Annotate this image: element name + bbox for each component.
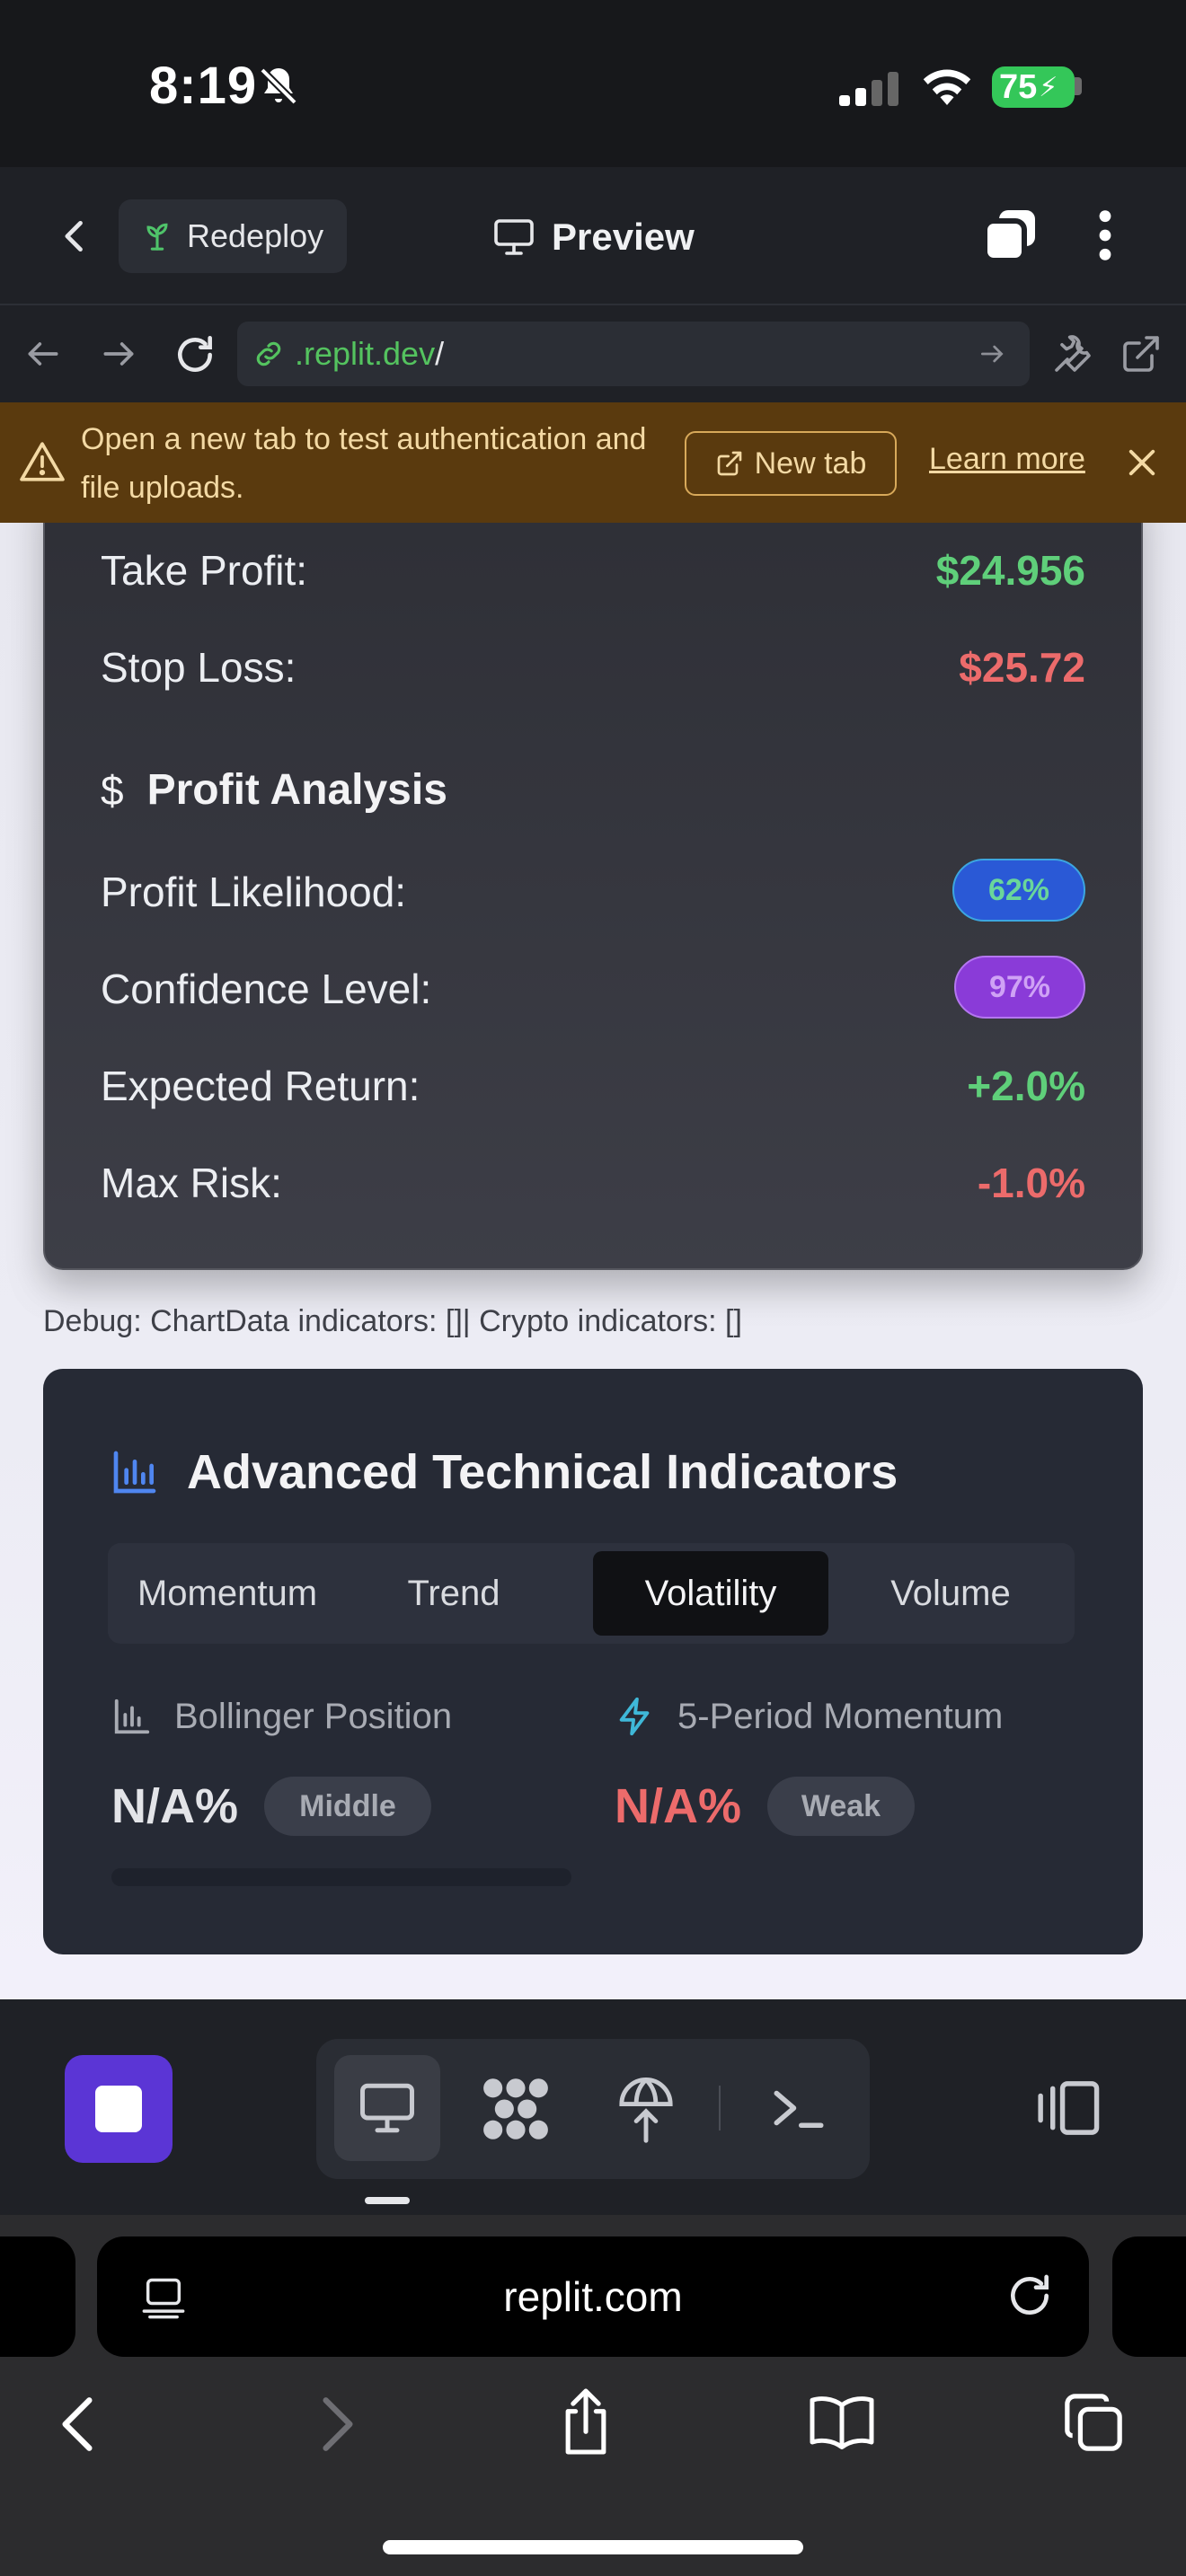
tab-momentum[interactable]: Momentum bbox=[122, 1551, 332, 1636]
stop-button[interactable] bbox=[65, 2055, 173, 2163]
take-profit-value: $24.956 bbox=[935, 547, 1085, 594]
share-icon[interactable] bbox=[555, 2386, 616, 2457]
tab-volume[interactable]: Volume bbox=[845, 1551, 1057, 1636]
new-tab-label: New tab bbox=[754, 446, 867, 481]
momentum-value: N/A% bbox=[615, 1779, 742, 1833]
panel-icon[interactable] bbox=[1033, 2078, 1102, 2138]
apps-icon[interactable] bbox=[482, 2077, 550, 2141]
dollar-icon: $ bbox=[101, 766, 124, 814]
tabs-overview-icon[interactable] bbox=[1062, 2391, 1125, 2454]
toolbar-indicator bbox=[365, 2197, 410, 2204]
confidence-level-label: Confidence Level: bbox=[101, 966, 432, 1012]
back-arrow-icon[interactable] bbox=[56, 2395, 99, 2454]
battery-level: 75 bbox=[999, 67, 1038, 106]
prev-tab-preview[interactable] bbox=[0, 2236, 75, 2357]
desktop-icon[interactable] bbox=[358, 2080, 417, 2136]
new-tab-button[interactable]: New tab bbox=[685, 431, 897, 496]
debug-text: Debug: ChartData indicators: []| Crypto … bbox=[43, 1304, 742, 1338]
arrow-right-icon[interactable] bbox=[978, 340, 1006, 368]
stop-loss-label: Stop Loss: bbox=[101, 644, 296, 691]
chevron-left-icon[interactable] bbox=[56, 212, 95, 260]
more-vertical-icon[interactable] bbox=[1089, 207, 1121, 264]
expected-return-label: Expected Return: bbox=[101, 1063, 420, 1109]
deploy-icon[interactable] bbox=[616, 2075, 676, 2143]
signal-icon bbox=[839, 72, 900, 106]
preview-label: Preview bbox=[552, 216, 695, 258]
bollinger-tag: Middle bbox=[264, 1777, 431, 1836]
close-icon[interactable] bbox=[1123, 444, 1161, 481]
next-tab-preview[interactable] bbox=[1112, 2236, 1186, 2357]
profit-analysis-header: $ Profit Analysis bbox=[101, 765, 447, 815]
redeploy-label: Redeploy bbox=[187, 217, 324, 254]
forward-arrow-icon[interactable] bbox=[99, 334, 138, 374]
profit-analysis-title: Profit Analysis bbox=[146, 766, 447, 814]
take-profit-label: Take Profit: bbox=[101, 547, 308, 594]
reload-icon[interactable] bbox=[1005, 2271, 1055, 2321]
momentum-tag: Weak bbox=[767, 1777, 915, 1836]
sprout-icon bbox=[142, 221, 173, 251]
browser-domain: replit.com bbox=[503, 2273, 683, 2320]
link-icon bbox=[252, 337, 286, 371]
bar-chart-icon bbox=[111, 1696, 153, 1737]
banner-message: Open a new tab to test authentication an… bbox=[81, 422, 647, 505]
indicators-title: Advanced Technical Indicators bbox=[187, 1445, 898, 1499]
profit-likelihood-label: Profit Likelihood: bbox=[101, 869, 407, 915]
momentum-metric-header: 5-Period Momentum bbox=[615, 1696, 1003, 1737]
reload-icon[interactable] bbox=[173, 332, 217, 377]
max-risk-value: -1.0% bbox=[977, 1160, 1085, 1206]
bollinger-metric-header: Bollinger Position bbox=[111, 1696, 452, 1737]
battery-icon: 75 ⚡ bbox=[992, 66, 1075, 108]
indicators-header: Advanced Technical Indicators bbox=[110, 1444, 898, 1500]
trade-card: Take Profit: $24.956 Stop Loss: $25.72 $… bbox=[43, 523, 1143, 1270]
battery-cap bbox=[1075, 77, 1082, 95]
terminal-icon[interactable] bbox=[769, 2082, 828, 2134]
redeploy-button[interactable]: Redeploy bbox=[119, 199, 347, 273]
stop-loss-value: $25.72 bbox=[959, 644, 1085, 691]
stop-icon bbox=[95, 2086, 142, 2132]
bell-slash-icon bbox=[257, 65, 300, 108]
warning-icon bbox=[20, 440, 65, 483]
book-icon[interactable] bbox=[807, 2393, 877, 2452]
expected-return-value: +2.0% bbox=[967, 1063, 1085, 1109]
url-path: / bbox=[435, 335, 445, 372]
status-time: 8:19 bbox=[149, 57, 258, 115]
url-host: .replit.dev bbox=[295, 335, 436, 372]
wrench-icon[interactable] bbox=[1051, 332, 1094, 375]
external-link-icon bbox=[715, 449, 744, 478]
external-link-icon[interactable] bbox=[1120, 332, 1163, 375]
bollinger-progress bbox=[111, 1868, 571, 1886]
bollinger-value: N/A% bbox=[111, 1779, 239, 1833]
bollinger-label: Bollinger Position bbox=[174, 1696, 453, 1736]
lightning-icon bbox=[615, 1696, 656, 1737]
toolbar-divider bbox=[719, 2086, 721, 2130]
preview-title: Preview bbox=[492, 208, 695, 266]
indicator-tabs: Momentum Trend Volatility Volume bbox=[108, 1543, 1075, 1644]
tab-trend[interactable]: Trend bbox=[352, 1551, 555, 1636]
url-text: .replit.dev/ bbox=[295, 335, 444, 373]
home-indicator bbox=[383, 2540, 803, 2554]
back-arrow-icon[interactable] bbox=[23, 334, 63, 374]
learn-more-link[interactable]: Learn more bbox=[929, 442, 1085, 477]
forward-arrow-icon[interactable] bbox=[316, 2395, 359, 2454]
bar-chart-icon bbox=[110, 1447, 160, 1497]
wifi-icon bbox=[920, 66, 974, 108]
momentum-label: 5-Period Momentum bbox=[677, 1696, 1004, 1736]
max-risk-label: Max Risk: bbox=[101, 1160, 282, 1206]
tabs-icon[interactable] bbox=[981, 207, 1039, 264]
confidence-level-badge: 97% bbox=[954, 956, 1085, 1019]
profit-likelihood-badge: 62% bbox=[952, 859, 1085, 922]
url-field[interactable]: .replit.dev/ bbox=[237, 322, 1030, 386]
tab-volatility[interactable]: Volatility bbox=[593, 1551, 828, 1636]
monitor-icon bbox=[492, 217, 535, 257]
